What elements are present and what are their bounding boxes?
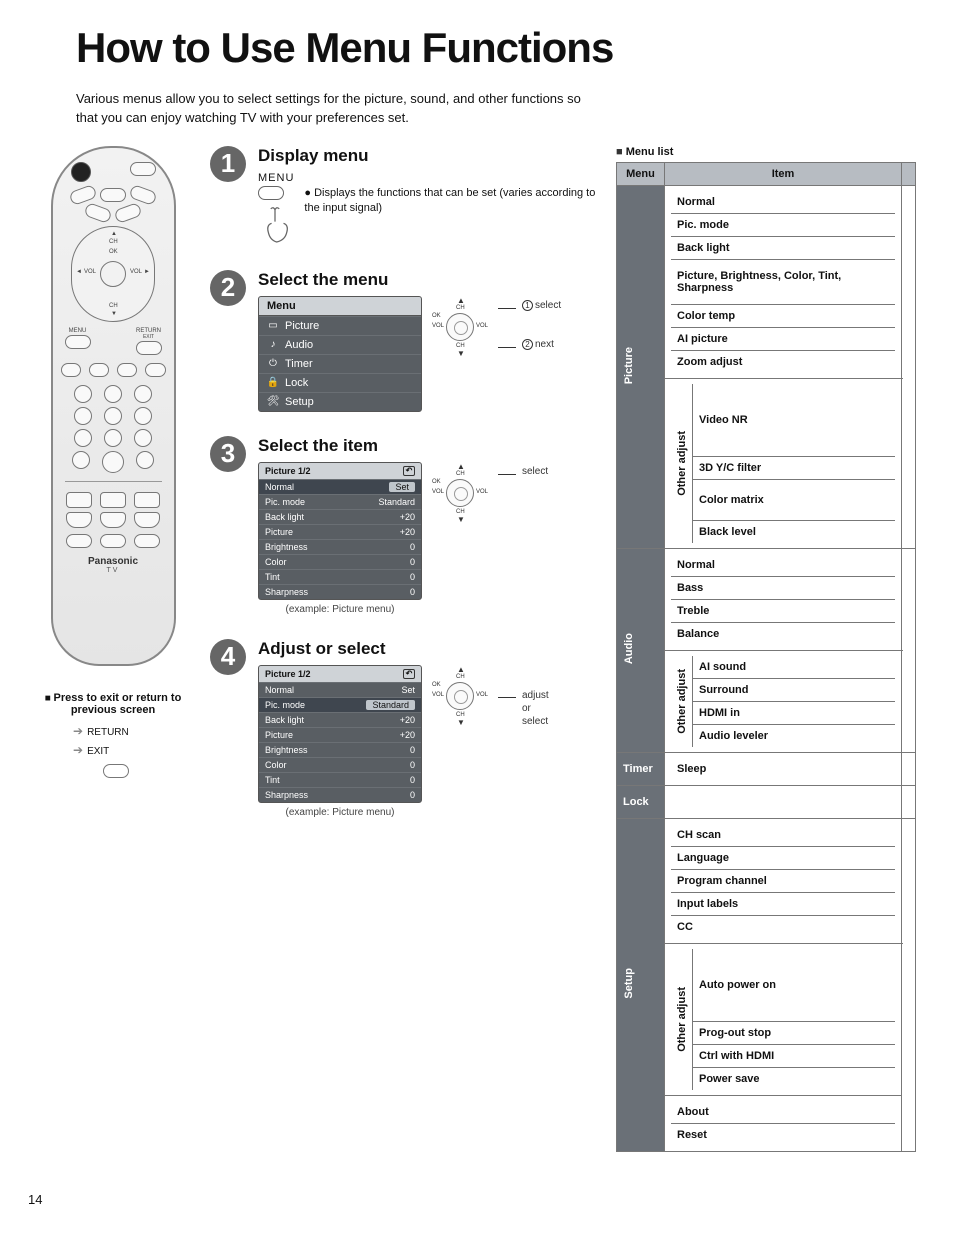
nav-indicator: ▲ CH OK VOL VOL CH ▼	[432, 665, 488, 727]
main-menu-panel: Menu ▭Picture♪Audio⏻Timer🔒Lock🛠Setup	[258, 296, 422, 412]
picture-menu-panel: Picture 1/2↶NormalSetPic. modeStandardBa…	[258, 462, 422, 600]
exit-lines: ➔RETURN ➔EXIT	[73, 722, 153, 778]
page-number: 14	[28, 1192, 926, 1207]
intro-text: Various menus allow you to select settin…	[76, 90, 586, 128]
page-title: How to Use Menu Functions	[76, 24, 926, 72]
nav-indicator: ▲ CH OK VOL VOL CH ▼	[432, 296, 488, 358]
step-3: 3 Select the item Picture 1/2↶NormalSetP…	[210, 436, 598, 615]
remote-illustration: ▲ CH OK ◄ VOL VOL ► CH ▼ MENU RETURNEXIT	[51, 146, 176, 666]
step-4: 4 Adjust or select Picture 1/2↶NormalSet…	[210, 639, 598, 818]
menu-button-icon	[258, 186, 284, 200]
step-2: 2 Select the menu Menu ▭Picture♪Audio⏻Ti…	[210, 270, 598, 412]
nav-indicator: ▲ CH OK VOL VOL CH ▼	[432, 462, 488, 524]
hand-icon	[258, 204, 292, 246]
menu-label: MENU	[258, 172, 294, 184]
menu-list-table: Menu Item Picture NormalPic. modeBack li…	[616, 162, 916, 1152]
step-number: 1	[210, 146, 246, 182]
exit-note: Press to exit or return to previous scre…	[28, 692, 198, 716]
step-head: Display menu	[258, 146, 598, 166]
menu-list-heading: Menu list	[616, 146, 916, 158]
picture-menu-panel: Picture 1/2↶NormalSetPic. modeStandardBa…	[258, 665, 422, 803]
step-1: 1 Display menu MENU ● Displays the funct…	[210, 146, 598, 246]
